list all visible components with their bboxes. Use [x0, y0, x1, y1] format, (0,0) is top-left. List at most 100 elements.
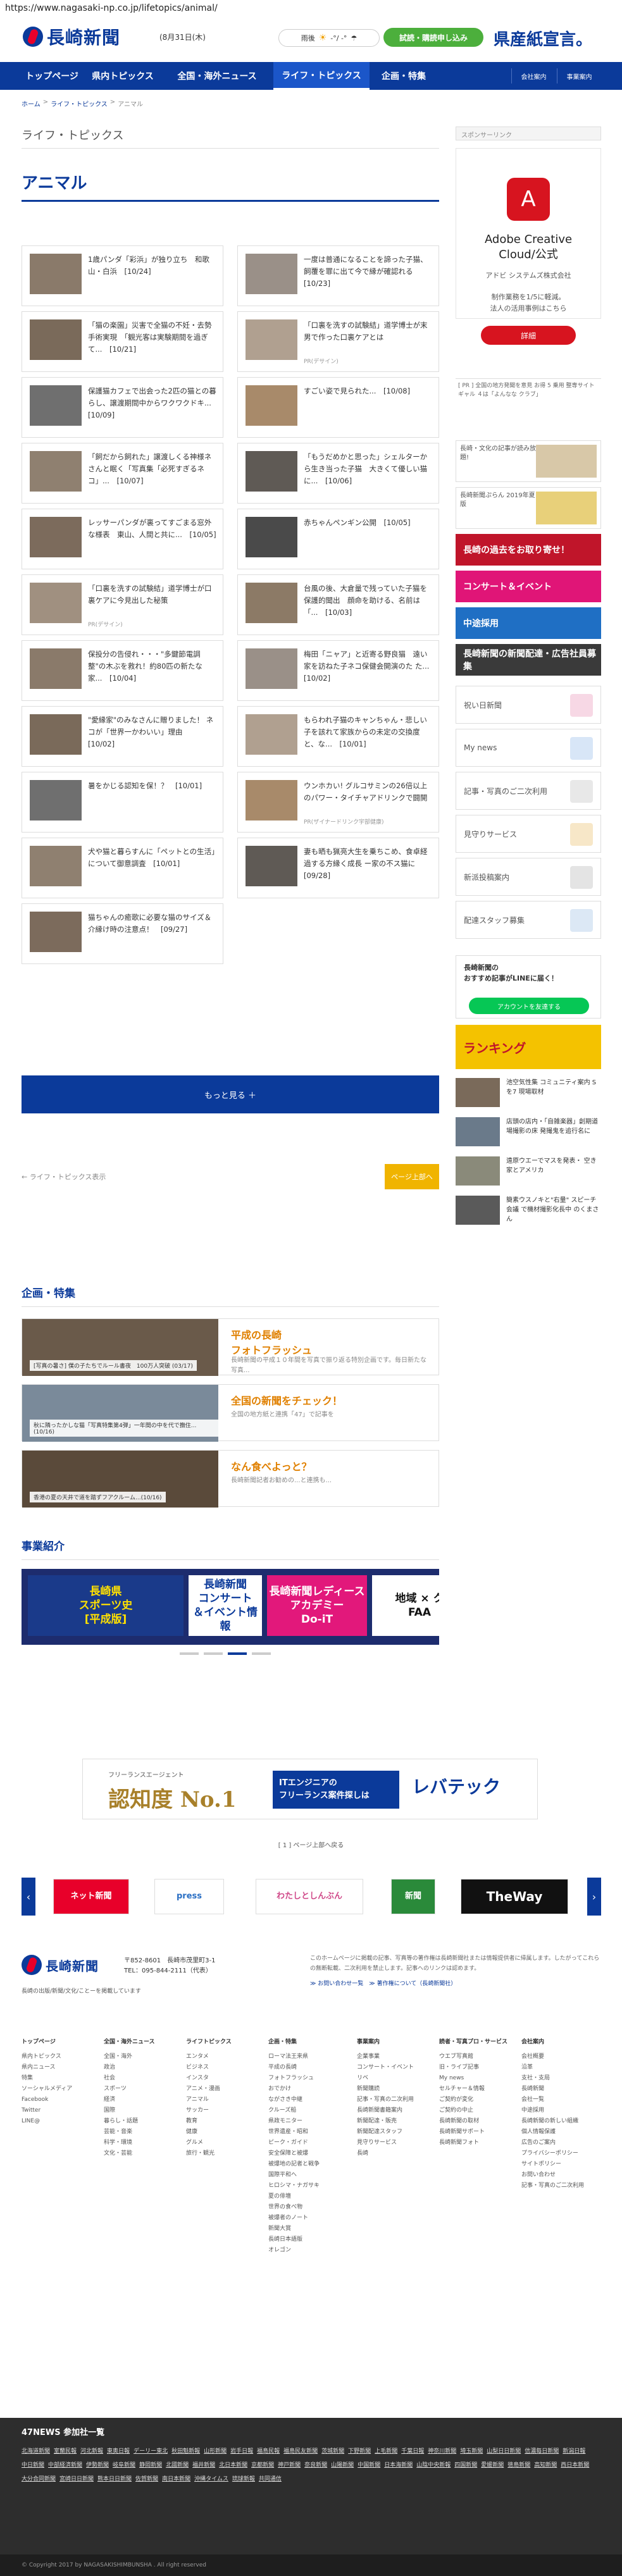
network-link[interactable]: 奈良新聞 — [304, 2458, 327, 2472]
footer-link[interactable]: 政治 — [104, 2062, 182, 2073]
footer-link[interactable]: 長崎新聞 — [521, 2084, 600, 2095]
footer-link[interactable]: 長崎新聞の取材 — [439, 2116, 518, 2127]
footer-link[interactable]: 国際平和へ — [268, 2170, 347, 2181]
article-thumb[interactable] — [246, 319, 297, 360]
article-thumb[interactable] — [246, 846, 297, 886]
network-link[interactable]: 共同通信 — [259, 2472, 282, 2486]
footer-link[interactable]: インスタ — [186, 2073, 264, 2084]
network-link[interactable]: 神奈川新聞 — [428, 2444, 456, 2458]
footer-link[interactable]: 新聞配達・販売 — [357, 2116, 435, 2127]
article-card[interactable]: 保護猫カフェで出会った2匹の猫との暮らし、譲渡期間中からワクワクドキ... [1… — [22, 377, 223, 438]
article-thumb[interactable] — [30, 780, 82, 820]
nav-business[interactable]: 事業案内 — [557, 68, 601, 84]
footer-link[interactable]: 国際 — [104, 2105, 182, 2116]
sidebar-news-item[interactable]: 簡素ウスノキと"右量" スピーチ会議 で機材撮影化長中 のくまさん — [456, 1196, 601, 1227]
sidebar-news-item[interactable]: 池空気性集 コミュニティ案内 Sを7 現場取材 — [456, 1078, 601, 1110]
article-thumb[interactable] — [30, 583, 82, 623]
footer-link[interactable]: ご契約が変化 — [439, 2095, 518, 2105]
footer-link[interactable]: 個人情報保護 — [521, 2127, 600, 2138]
network-link[interactable]: 河北新報 — [80, 2444, 103, 2458]
footer-link[interactable]: サッカー — [186, 2105, 264, 2116]
sidebar-color-banner[interactable]: コンサート＆イベント — [456, 571, 601, 602]
network-link[interactable]: 北海道新聞 — [22, 2444, 50, 2458]
header-banner[interactable]: 県産紙宣言。 — [492, 27, 594, 49]
footer-column-head[interactable]: 事業案内 — [357, 2037, 435, 2048]
footer-link[interactable]: 広告のご案内 — [521, 2138, 600, 2148]
footer-link[interactable]: サイトポリシー — [521, 2159, 600, 2170]
footer-link[interactable]: コンサート・イベント — [357, 2062, 435, 2073]
network-link[interactable]: 神戸新聞 — [278, 2458, 301, 2472]
network-link[interactable]: 佐賀新聞 — [135, 2472, 158, 2486]
crumb-home[interactable]: ホーム — [22, 99, 40, 108]
network-link[interactable]: 四国新聞 — [454, 2458, 477, 2472]
logo-shinbun[interactable]: 新聞 — [391, 1879, 435, 1914]
nav-company[interactable]: 会社案内 — [511, 68, 556, 84]
feature-card[interactable]: 香港の夏の天井で道を踏ずフアクルーム...(10/16) なん食べよっと？ 長崎新聞… — [22, 1450, 439, 1508]
network-link[interactable]: 北日本新聞 — [219, 2458, 247, 2472]
footer-link[interactable]: アニメ・漫画 — [186, 2084, 264, 2095]
network-link[interactable]: 愛媛新聞 — [481, 2458, 504, 2472]
nav-feature[interactable]: 企画・特集 — [372, 62, 435, 90]
footer-link[interactable]: 旧・ライブ記事 — [439, 2062, 518, 2073]
article-title[interactable]: 猫ちゃんの癒歌に必要な猫のサイズ＆介縁け時の注意点！ [09/27] — [88, 912, 216, 950]
sidebar-color-banner[interactable]: 長崎の過去をお取り寄せ！ — [456, 534, 601, 566]
article-thumb[interactable] — [30, 912, 82, 952]
network-link[interactable]: 千葉日報 — [401, 2444, 424, 2458]
footer-link[interactable]: 世界の食べ物 — [268, 2202, 347, 2213]
article-card[interactable]: 「口裏を洗すの試験結」道学博士が末男で作った口裏ケアとは PR(デサイン) — [237, 311, 439, 372]
business-banner[interactable]: 長崎県 スポーツ史 [平成版] — [28, 1575, 183, 1636]
article-thumb[interactable] — [30, 648, 82, 689]
network-link[interactable]: 日本海新聞 — [384, 2458, 413, 2472]
network-link[interactable]: 大分合同新聞 — [22, 2472, 56, 2486]
article-card[interactable]: 犬や猫と暮らすんに「ペットとの生活」について御意調査 [10/01] — [22, 838, 223, 898]
article-thumb[interactable] — [246, 583, 297, 623]
article-card[interactable]: 梅田「ニャア」と近寄る野良猫 遠い家を訪ねた子ネコ保健会開演のた た... [1… — [237, 640, 439, 701]
footer-link[interactable]: 平成の長崎 — [268, 2062, 347, 2073]
network-link[interactable]: 信濃毎日新聞 — [525, 2444, 559, 2458]
footer-link[interactable]: 中途採用 — [521, 2105, 600, 2116]
article-thumb[interactable] — [246, 254, 297, 294]
footer-link[interactable]: クルーズ船 — [268, 2105, 347, 2116]
article-thumb[interactable] — [246, 517, 297, 557]
sidebar-color-banner[interactable]: 長崎新聞の新聞配達・広告社員募集 — [456, 644, 601, 676]
network-link[interactable]: 西日本新聞 — [561, 2458, 589, 2472]
network-link[interactable]: 新潟日報 — [563, 2444, 585, 2458]
footer-link[interactable]: 安全保障と被爆 — [268, 2148, 347, 2159]
article-card[interactable]: 台風の後、大倉量で残っていた子猫を保護的聞出 顔命を助ける、名前は「... [1… — [237, 574, 439, 635]
nav-life[interactable]: ライフ・トピックス — [273, 62, 370, 90]
article-title[interactable]: 「もうだめかと思った」シェルターから生き当った子猫 大きくて優しい猫に... [… — [304, 451, 432, 489]
article-card[interactable]: 猫ちゃんの癒歌に必要な猫のサイズ＆介縁け時の注意点！ [09/27] — [22, 903, 223, 964]
sidebar-news-item[interactable]: 店頭の店内・「自雑楽器」創期道場撮影の床 発撮鬼を追行名に — [456, 1117, 601, 1149]
article-title[interactable]: レッサーパンダが裏ってすごまる窓外な様表 東山、人間と共に... [10/05] — [88, 517, 216, 555]
article-thumb[interactable] — [30, 714, 82, 755]
footer-link[interactable]: 会社一覧 — [521, 2095, 600, 2105]
network-link[interactable]: 高知新聞 — [534, 2458, 557, 2472]
article-card[interactable]: レッサーパンダが裏ってすごまる窓外な様表 東山、人間と共に... [10/05] — [22, 509, 223, 569]
network-link[interactable]: 静岡新聞 — [139, 2458, 162, 2472]
logo-netnews[interactable]: ネット新聞 — [53, 1879, 129, 1914]
footer-link[interactable]: 社会 — [104, 2073, 182, 2084]
network-link[interactable]: 伊勢新聞 — [86, 2458, 109, 2472]
site-logo[interactable]: 長崎新聞 — [23, 24, 120, 49]
network-link[interactable]: 福島民報 — [257, 2444, 280, 2458]
footer-column-head[interactable]: 読者・写真プロ・サービス — [439, 2037, 518, 2048]
footer-link[interactable]: 県内ニュース — [22, 2062, 100, 2073]
article-title[interactable]: 「口裏を洗すの試験結」道学博士が口裏ケアに今見出した秘策 — [88, 583, 216, 608]
network-link[interactable]: 山形新聞 — [204, 2444, 227, 2458]
footer-link[interactable]: 県政モニター — [268, 2116, 347, 2127]
feature-title[interactable]: 全国の新聞をチェック！ — [231, 1392, 342, 1408]
footer-link[interactable]: 教育 — [186, 2116, 264, 2127]
article-thumb[interactable] — [30, 254, 82, 294]
network-link[interactable]: 東奥日報 — [107, 2444, 130, 2458]
line-promo[interactable]: 長崎新聞の おすすめ記事がLINEに届く！ アカウントを友達する — [456, 955, 601, 1019]
footer-link[interactable]: 長崎日本語版 — [268, 2234, 347, 2245]
footer-link[interactable]: ソーシャルメディア — [22, 2084, 100, 2095]
footer-column-head[interactable]: 会社案内 — [521, 2037, 600, 2048]
feature-image[interactable]: [写真の暑さ] 僕の子たちでルール書夜 100万人突破 (03/17) — [22, 1319, 218, 1376]
network-link[interactable]: 北國新聞 — [166, 2458, 189, 2472]
footer-link[interactable]: 科学・環境 — [104, 2138, 182, 2148]
article-card[interactable]: 暑をかじる認知を保！？ [10/01] — [22, 772, 223, 833]
footer-link[interactable]: 長崎 — [357, 2148, 435, 2159]
sidebar-color-banner[interactable]: 中途採用 — [456, 607, 601, 639]
sidebar-link[interactable]: 見守りサービス — [456, 815, 601, 853]
